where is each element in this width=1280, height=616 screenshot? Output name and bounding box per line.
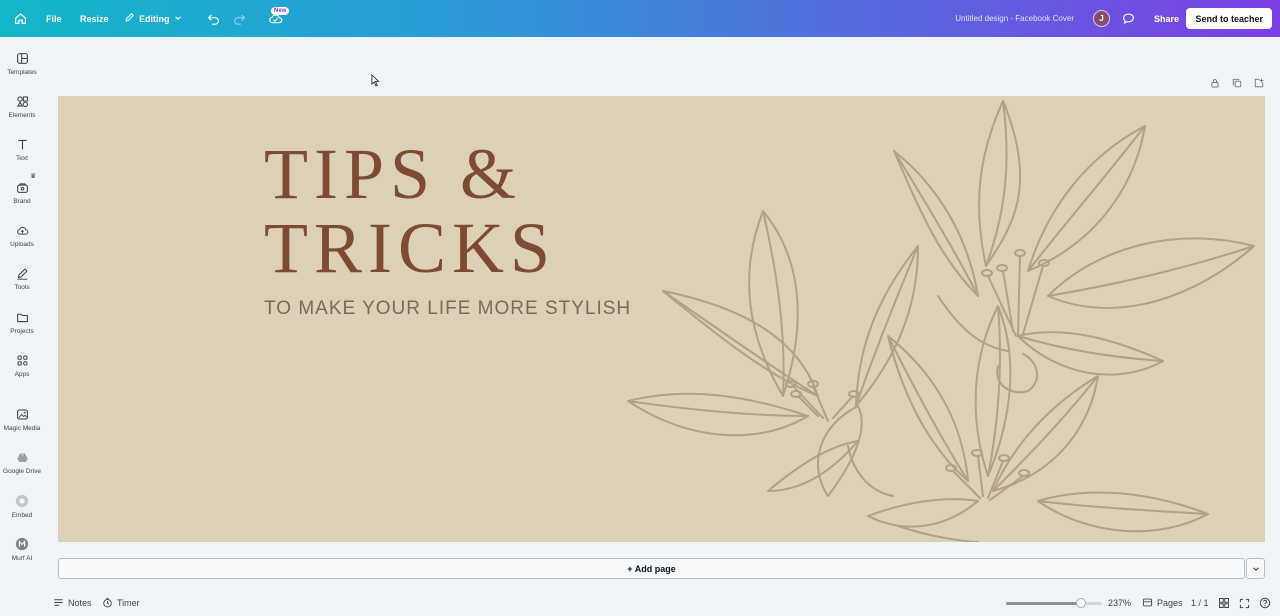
sidebar-item-label: Magic Media [3, 425, 41, 432]
fullscreen-icon[interactable] [1239, 592, 1250, 614]
send-to-teacher-button[interactable]: Send to teacher [1186, 8, 1272, 29]
google-drive-icon [15, 450, 29, 464]
embed-icon [15, 494, 29, 508]
resize-button[interactable]: Resize [80, 0, 109, 37]
file-menu-button[interactable]: File [46, 0, 62, 37]
redo-icon[interactable] [233, 0, 246, 37]
cloud-save-icon[interactable] [268, 0, 283, 37]
apps-icon [15, 353, 29, 367]
page-tools [1210, 78, 1264, 88]
brand-icon [15, 180, 29, 194]
zoom-slider-handle[interactable] [1075, 598, 1086, 608]
elements-icon [15, 94, 29, 108]
add-page-button[interactable]: + Add page [58, 558, 1245, 579]
sidebar-item-label: Text [16, 155, 28, 162]
projects-icon [15, 310, 29, 324]
sidebar-item-label: Google Drive [3, 468, 41, 475]
pencil-icon [124, 12, 135, 25]
duplicate-page-icon[interactable] [1232, 78, 1242, 88]
sidebar-item-brand[interactable]: Brand [0, 180, 44, 205]
title-line-1[interactable]: TIPS & [264, 138, 522, 210]
sidebar-item-label: Apps [14, 371, 30, 378]
title-line-2[interactable]: TRICKS [264, 212, 556, 284]
sidebar-item-label: Brand [13, 198, 31, 205]
pages-icon [1142, 597, 1153, 610]
sidebar-item-label: Murf AI [11, 555, 33, 562]
new-badge: New [271, 7, 290, 15]
sidebar-item-templates[interactable]: Templates [0, 51, 44, 76]
sidebar-item-magic-media[interactable]: Magic Media [0, 407, 44, 432]
notes-label: Notes [68, 598, 92, 608]
editing-mode-button[interactable]: Editing [124, 0, 182, 37]
help-icon[interactable] [1259, 592, 1271, 614]
text-icon [15, 137, 29, 151]
sidebar-item-label: Embed [11, 512, 33, 519]
zoom-slider-fill [1006, 602, 1081, 605]
sidebar-item-embed[interactable]: Embed [0, 494, 44, 519]
tools-icon [15, 266, 29, 280]
comment-icon[interactable] [1122, 0, 1135, 37]
murf-ai-icon [15, 537, 29, 551]
sidebar-item-murf-ai[interactable]: Murf AI [0, 537, 44, 562]
undo-icon[interactable] [207, 0, 220, 37]
page-count: 1 / 1 [1191, 598, 1209, 608]
zoom-slider[interactable] [1006, 598, 1102, 608]
share-button[interactable]: Share [1154, 0, 1179, 37]
avatar[interactable]: J [1093, 10, 1110, 27]
sidebar-item-label: Tools [14, 284, 30, 291]
sidebar-item-elements[interactable]: Elements [0, 94, 44, 119]
zoom-level[interactable]: 237% [1108, 592, 1131, 614]
crown-icon: ♛ [30, 173, 37, 180]
left-sidebar: Templates Elements Text Brand ♛ Uploads … [0, 37, 44, 597]
notes-button[interactable]: Notes [53, 592, 92, 614]
sidebar-item-text[interactable]: Text [0, 137, 44, 162]
uploads-icon [15, 223, 29, 237]
sidebar-item-tools[interactable]: Tools [0, 266, 44, 291]
pages-label: Pages [1157, 598, 1183, 608]
magic-media-icon [15, 407, 29, 421]
lock-icon[interactable] [1210, 78, 1220, 88]
timer-label: Timer [117, 598, 140, 608]
sidebar-item-label: Projects [10, 328, 34, 335]
timer-button[interactable]: Timer [102, 592, 140, 614]
chevron-down-icon[interactable] [1246, 558, 1265, 579]
subtitle-text[interactable]: TO MAKE YOUR LIFE MORE STYLISH [264, 298, 631, 320]
mouse-cursor [371, 74, 380, 92]
sidebar-item-label: Elements [8, 112, 36, 119]
grid-view-icon[interactable] [1218, 592, 1230, 614]
editing-label: Editing [139, 13, 170, 24]
sidebar-item-apps[interactable]: Apps [0, 353, 44, 378]
chevron-down-icon [174, 14, 182, 24]
templates-icon [15, 51, 29, 65]
bottom-toolbar: Notes Timer 237% Pages 1 / 1 [0, 592, 1280, 616]
lily-flower-illustration[interactable] [618, 96, 1265, 542]
top-toolbar: File Resize Editing New Untitled design … [0, 0, 1280, 37]
pages-button[interactable]: Pages [1142, 592, 1183, 614]
sidebar-item-label: Uploads [10, 241, 34, 248]
sidebar-item-label: Templates [7, 69, 37, 76]
sidebar-item-projects[interactable]: Projects [0, 310, 44, 335]
sidebar-item-google-drive[interactable]: Google Drive [0, 450, 44, 475]
add-page-icon[interactable] [1254, 78, 1264, 88]
timer-icon [102, 597, 113, 610]
home-icon[interactable] [14, 0, 27, 37]
notes-icon [53, 597, 64, 610]
design-canvas[interactable]: TIPS & TRICKS TO MAKE YOUR LIFE MORE STY… [58, 96, 1265, 542]
document-title[interactable]: Untitled design - Facebook Cover [955, 0, 1074, 37]
sidebar-item-uploads[interactable]: Uploads [0, 223, 44, 248]
